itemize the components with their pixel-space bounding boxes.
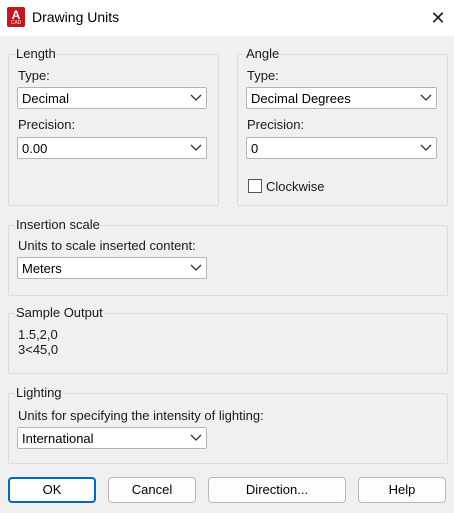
lighting-units-dropdown[interactable]: International: [17, 427, 207, 449]
chevron-down-icon: [190, 264, 202, 271]
direction-button[interactable]: Direction...: [208, 477, 346, 503]
sample-output-line-2: 3<45,0: [18, 342, 59, 357]
chevron-down-icon: [190, 434, 202, 441]
lighting-units-label: Units for specifying the intensity of li…: [18, 408, 264, 423]
clockwise-checkbox[interactable]: [248, 179, 262, 193]
autocad-app-icon: A CAD: [7, 7, 25, 27]
angle-precision-dropdown[interactable]: 0: [246, 137, 437, 159]
chevron-down-icon: [190, 94, 202, 101]
length-type-label: Type:: [18, 68, 50, 83]
sample-output-line-1: 1.5,2,0: [18, 327, 58, 342]
window-title: Drawing Units: [32, 9, 120, 25]
chevron-down-icon: [420, 144, 432, 151]
insertion-units-value: Meters: [22, 261, 62, 276]
length-precision-dropdown[interactable]: 0.00: [17, 137, 207, 159]
app-icon-caption: CAD: [10, 20, 22, 26]
lighting-group-label: Lighting: [15, 385, 63, 400]
length-precision-value: 0.00: [22, 141, 48, 156]
length-group-label: Length: [15, 46, 57, 61]
close-icon[interactable]: ✕: [424, 6, 452, 30]
insertion-scale-group-label: Insertion scale: [15, 217, 101, 232]
insertion-units-dropdown[interactable]: Meters: [17, 257, 207, 279]
length-type-dropdown[interactable]: Decimal: [17, 87, 207, 109]
angle-precision-label: Precision:: [247, 117, 305, 132]
angle-type-value: Decimal Degrees: [251, 91, 351, 106]
length-type-value: Decimal: [22, 91, 69, 106]
clockwise-label[interactable]: Clockwise: [266, 179, 325, 194]
angle-type-label: Type:: [247, 68, 279, 83]
chevron-down-icon: [190, 144, 202, 151]
cancel-button[interactable]: Cancel: [108, 477, 196, 503]
title-bar: A CAD Drawing Units ✕: [0, 0, 454, 36]
lighting-units-value: International: [22, 431, 94, 446]
ok-button[interactable]: OK: [8, 477, 96, 503]
angle-group-label: Angle: [245, 46, 281, 61]
angle-type-dropdown[interactable]: Decimal Degrees: [246, 87, 437, 109]
sample-output-group-label: Sample Output: [15, 305, 104, 320]
length-precision-label: Precision:: [18, 117, 76, 132]
sample-output-group: [8, 313, 448, 374]
insertion-units-label: Units to scale inserted content:: [18, 238, 196, 253]
help-button[interactable]: Help: [358, 477, 446, 503]
chevron-down-icon: [420, 94, 432, 101]
angle-precision-value: 0: [251, 141, 259, 156]
